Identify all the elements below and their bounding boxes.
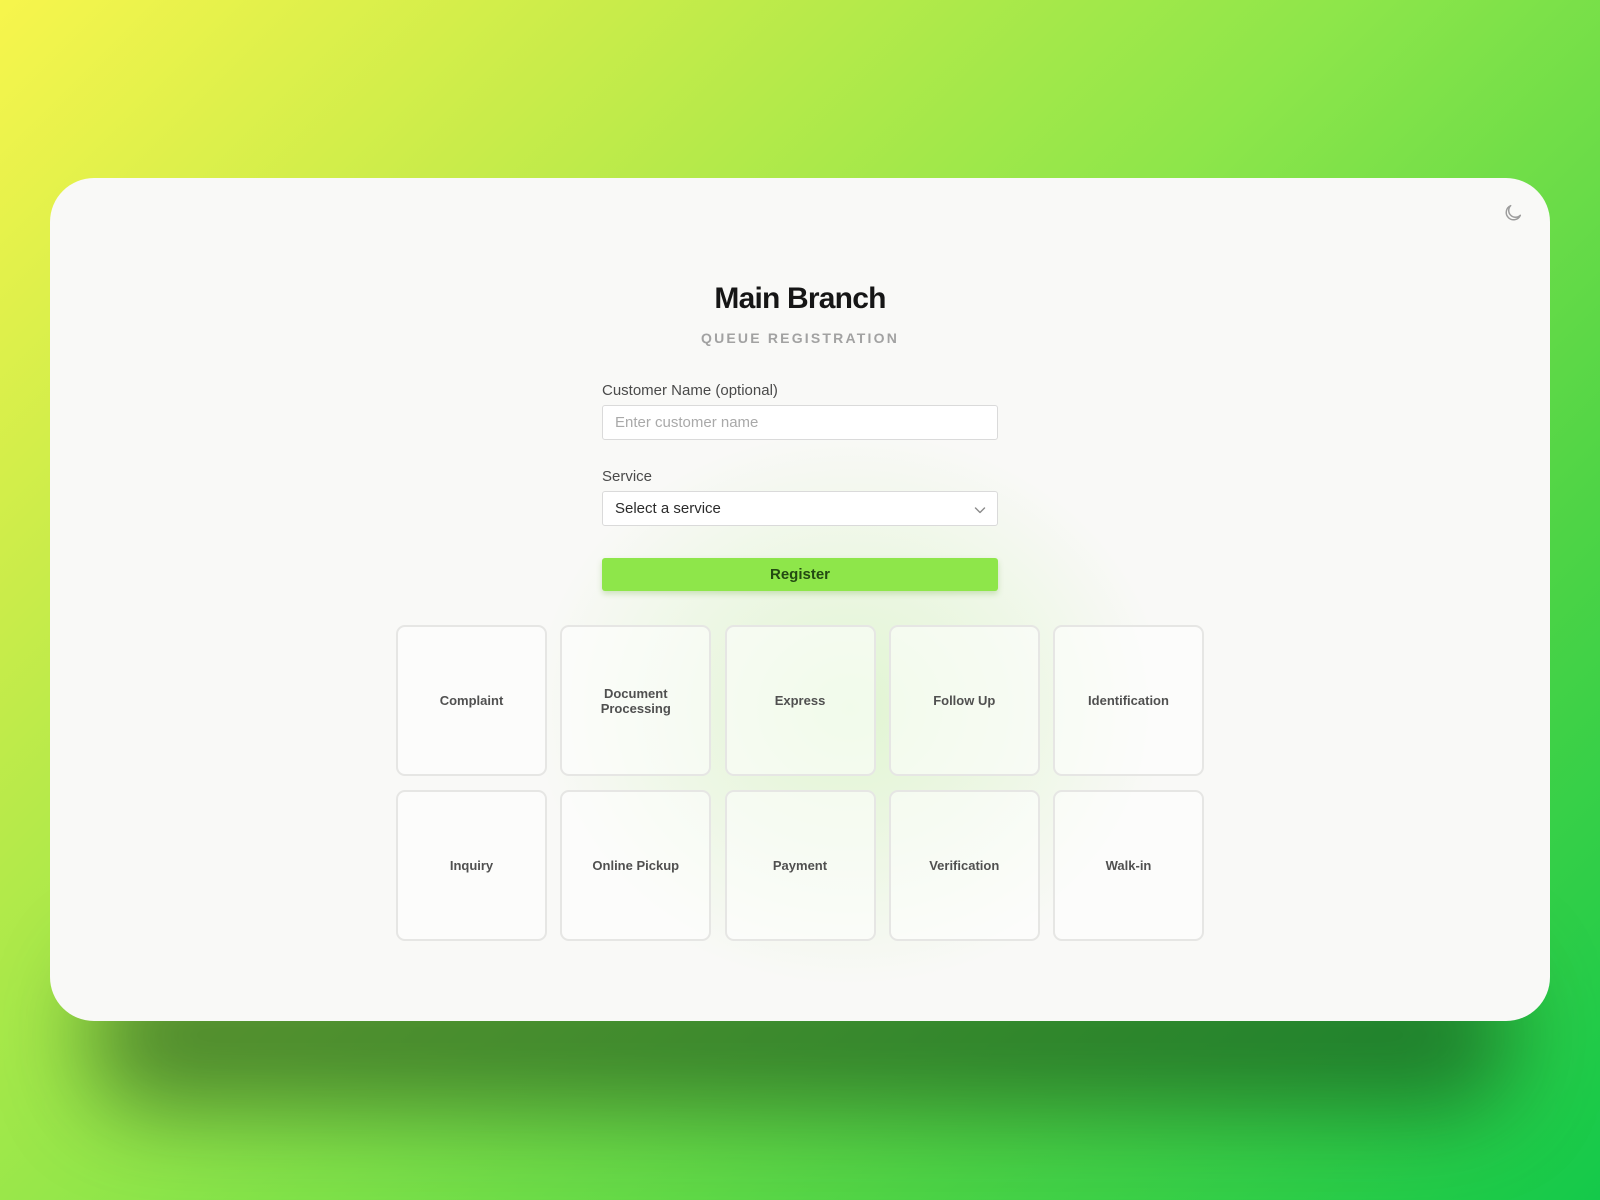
theme-toggle-button[interactable] [1498,198,1528,228]
customer-name-label: Customer Name (optional) [602,382,778,399]
service-tile-payment[interactable]: Payment [724,790,876,941]
service-tile-verification[interactable]: Verification [888,790,1040,941]
service-grid: Complaint Document Processing Express Fo… [396,625,1204,941]
moon-icon [1505,204,1522,221]
page-subtitle: QUEUE REGISTRATION [700,330,900,346]
chevron-down-icon [974,507,986,514]
service-select[interactable]: Select a service [602,491,998,526]
service-tile-document-processing[interactable]: Document Processing [560,625,712,776]
service-tile-express[interactable]: Express [724,625,876,776]
app-window: Main Branch QUEUE REGISTRATION Customer … [50,178,1550,1021]
service-tile-inquiry[interactable]: Inquiry [396,790,547,941]
service-tile-online-pickup[interactable]: Online Pickup [560,790,712,941]
service-select-value: Select a service [615,500,721,517]
page-title: Main Branch [714,282,886,315]
service-tile-walk-in[interactable]: Walk-in [1053,790,1204,941]
registration-form: Customer Name (optional) Service Select … [602,382,998,591]
service-tile-follow-up[interactable]: Follow Up [888,625,1040,776]
service-tile-complaint[interactable]: Complaint [396,625,547,776]
service-tile-identification[interactable]: Identification [1053,625,1204,776]
customer-name-input[interactable] [602,405,998,440]
service-label: Service [602,468,653,485]
register-button[interactable]: Register [602,558,998,591]
